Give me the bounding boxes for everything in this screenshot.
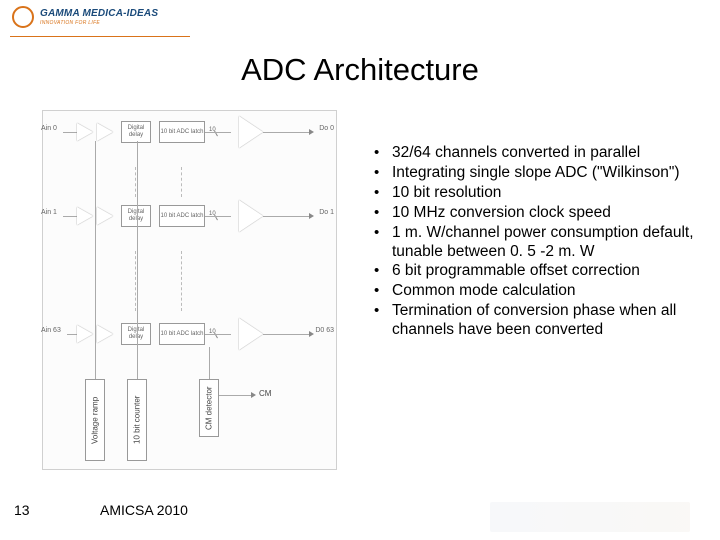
- amp-icon: [97, 123, 113, 141]
- feature-list: 32/64 channels converted in parallel Int…: [370, 144, 702, 341]
- dout-label: D0 63: [315, 327, 334, 334]
- ellipsis-line: [135, 251, 136, 311]
- latch-block: 10 bit ADC latch: [159, 205, 205, 227]
- page-number: 13: [14, 502, 30, 518]
- ain-label: Ain 0: [41, 125, 57, 132]
- amp-icon: [97, 325, 113, 343]
- counter-block: 10 bit counter: [127, 379, 147, 461]
- list-item: 1 m. W/channel power consumption default…: [392, 224, 702, 262]
- amp-icon: [77, 325, 93, 343]
- list-item: 32/64 channels converted in parallel: [392, 144, 702, 163]
- delay-block: Digital delay: [121, 121, 151, 143]
- footer-decoration: [490, 502, 690, 532]
- ramp-block: Voltage ramp: [85, 379, 105, 461]
- page-title: ADC Architecture: [0, 52, 720, 88]
- amp-icon: [77, 123, 93, 141]
- latch-block: 10 bit ADC latch: [159, 121, 205, 143]
- dout-label: Do 1: [319, 209, 334, 216]
- logo-tagline: INNOVATION FOR LIFE: [40, 20, 100, 26]
- ellipsis-line: [181, 167, 182, 197]
- driver-icon: [239, 116, 263, 148]
- arrow-right-icon: [309, 331, 314, 337]
- channel-0: Ain 0 Digital delay 10 bit ADC latch 10 …: [43, 119, 336, 169]
- footer-text: AMICSA 2010: [100, 502, 188, 518]
- ain-label: Ain 63: [41, 327, 61, 334]
- logo-underline: [10, 36, 190, 37]
- ellipsis-line: [135, 167, 136, 197]
- delay-block: Digital delay: [121, 205, 151, 227]
- list-item: 10 bit resolution: [392, 184, 702, 203]
- amp-icon: [77, 207, 93, 225]
- logo-circle-icon: [12, 6, 34, 28]
- cm-detector-block: CM detector: [199, 379, 219, 437]
- list-item: Termination of conversion phase when all…: [392, 302, 702, 340]
- cm-output-label: CM: [259, 389, 271, 398]
- arrow-right-icon: [309, 213, 314, 219]
- arrow-right-icon: [309, 129, 314, 135]
- list-item: 10 MHz conversion clock speed: [392, 204, 702, 223]
- driver-icon: [239, 200, 263, 232]
- dout-label: Do 0: [319, 125, 334, 132]
- ellipsis-line: [181, 251, 182, 311]
- arrow-right-icon: [251, 392, 256, 398]
- architecture-diagram: Ain 0 Digital delay 10 bit ADC latch 10 …: [42, 110, 337, 470]
- driver-icon: [239, 318, 263, 350]
- delay-block: Digital delay: [121, 323, 151, 345]
- logo-brand: GAMMA MEDICA-IDEAS: [40, 8, 158, 19]
- latch-block: 10 bit ADC latch: [159, 323, 205, 345]
- list-item: Common mode calculation: [392, 282, 702, 301]
- ain-label: Ain 1: [41, 209, 57, 216]
- channel-63: Ain 63 Digital delay 10 bit ADC latch 10…: [43, 321, 336, 371]
- list-item: 6 bit programmable offset correction: [392, 262, 702, 281]
- amp-icon: [97, 207, 113, 225]
- brand-logo: GAMMA MEDICA-IDEAS INNOVATION FOR LIFE: [12, 6, 177, 38]
- channel-1: Ain 1 Digital delay 10 bit ADC latch 10 …: [43, 203, 336, 253]
- list-item: Integrating single slope ADC ("Wilkinson…: [392, 164, 702, 183]
